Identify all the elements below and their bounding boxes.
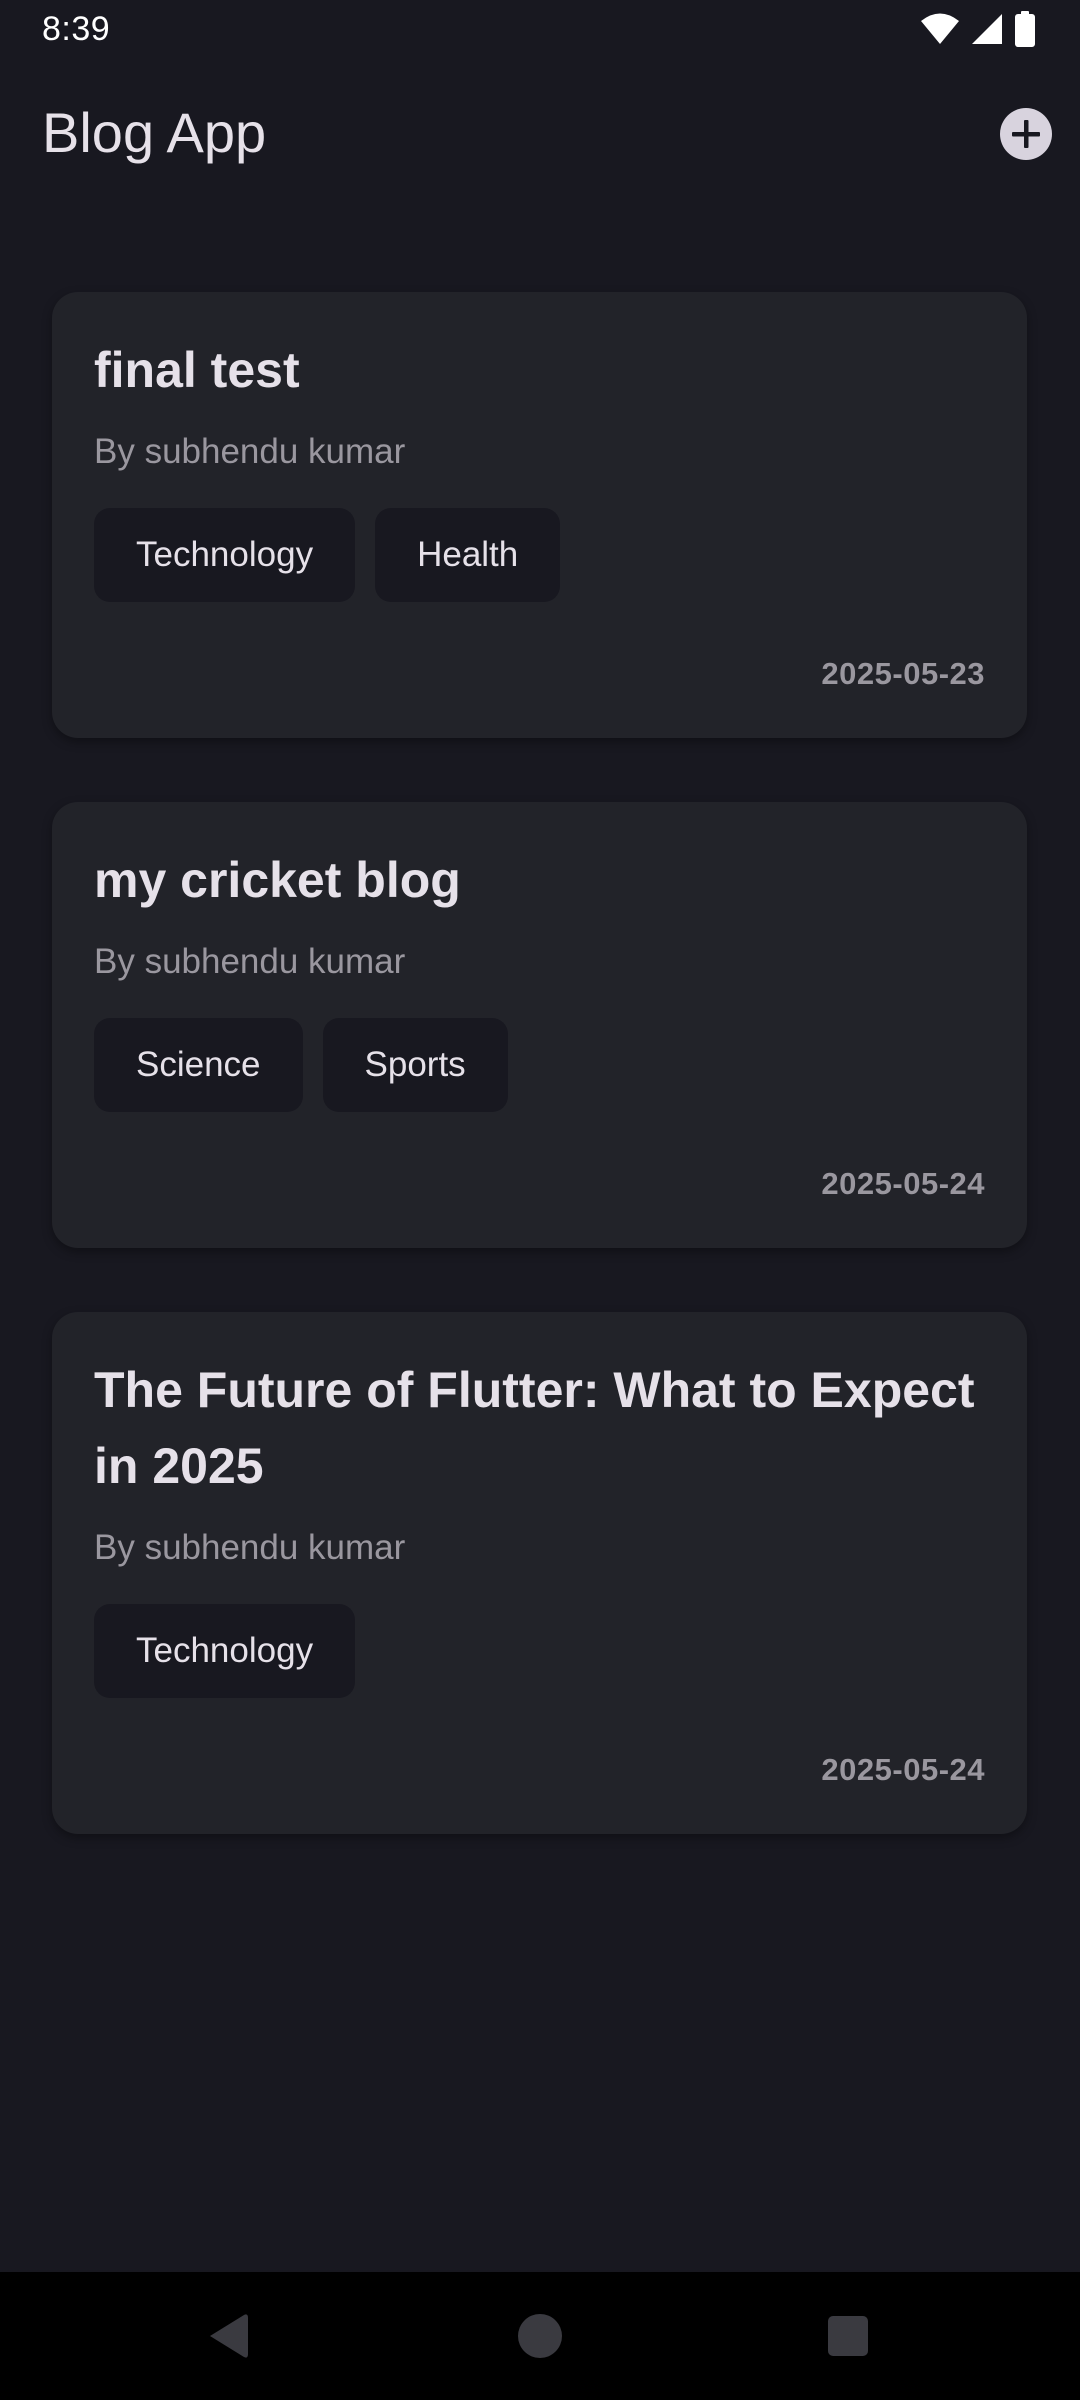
- home-icon: [518, 2314, 562, 2358]
- post-title: The Future of Flutter: What to Expect in…: [94, 1362, 975, 1494]
- tag-chip[interactable]: Science: [94, 1018, 303, 1112]
- post-date: 2025-05-23: [821, 656, 985, 691]
- recents-icon: [828, 2316, 868, 2356]
- post-title: final test: [94, 342, 300, 398]
- post-author: By subhendu kumar: [94, 1528, 406, 1567]
- tag-chip[interactable]: Technology: [94, 508, 356, 602]
- post-card[interactable]: The Future of Flutter: What to Expect in…: [52, 1312, 1027, 1834]
- status-icons: [920, 10, 1036, 51]
- post-card[interactable]: my cricket blog By subhendu kumar Scienc…: [52, 802, 1027, 1248]
- post-date: 2025-05-24: [821, 1752, 985, 1787]
- signal-icon: [970, 12, 1004, 51]
- post-title: my cricket blog: [94, 852, 461, 908]
- post-author: By subhendu kumar: [94, 432, 406, 471]
- tag-chip[interactable]: Health: [375, 508, 561, 602]
- post-date: 2025-05-24: [821, 1166, 985, 1201]
- back-icon: [210, 2314, 248, 2358]
- tag-row: Technology Health: [94, 508, 985, 602]
- status-bar: 8:39: [0, 0, 1080, 62]
- add-circle-icon: [1000, 108, 1052, 160]
- wifi-icon: [920, 12, 960, 51]
- app-bar: Blog App: [0, 62, 1080, 208]
- tag-chip[interactable]: Technology: [94, 1604, 356, 1698]
- app-screen: 8:39 Blog App final test By subhendu kum…: [0, 0, 1080, 2400]
- nav-recents-button[interactable]: [816, 2304, 880, 2368]
- status-time: 8:39: [42, 10, 111, 48]
- app-title: Blog App: [42, 101, 267, 164]
- tag-row: Technology: [94, 1604, 985, 1698]
- nav-back-button[interactable]: [196, 2304, 260, 2368]
- battery-icon: [1014, 10, 1036, 52]
- add-post-button[interactable]: [998, 106, 1054, 162]
- post-list: final test By subhendu kumar Technology …: [52, 292, 1027, 1898]
- nav-home-button[interactable]: [508, 2304, 572, 2368]
- post-card[interactable]: final test By subhendu kumar Technology …: [52, 292, 1027, 738]
- tag-chip[interactable]: Sports: [322, 1018, 508, 1112]
- tag-row: Science Sports: [94, 1018, 985, 1112]
- system-nav-bar: [0, 2272, 1080, 2400]
- post-author: By subhendu kumar: [94, 942, 406, 981]
